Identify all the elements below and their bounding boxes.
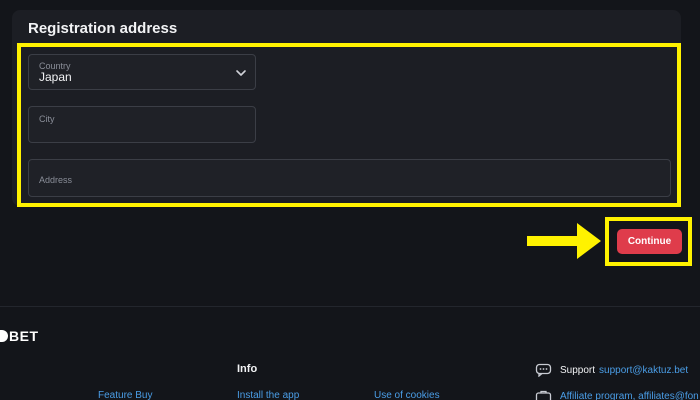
- logo-mark-icon: [0, 330, 8, 342]
- continue-button[interactable]: Continue: [617, 229, 682, 254]
- footer-link-use-of-cookies[interactable]: Use of cookies: [374, 390, 440, 400]
- footer-link-feature-buy[interactable]: Feature Buy: [98, 390, 152, 400]
- chat-icon: [535, 363, 552, 377]
- section-title: Registration address: [28, 20, 178, 37]
- arrow-right-icon: [527, 223, 601, 259]
- support-label: Support: [560, 364, 596, 376]
- footer-info-heading: Info: [237, 363, 258, 375]
- form-highlight-box: [17, 43, 681, 207]
- footer-affiliate: Affiliate program, affiliates@fon: [535, 388, 699, 400]
- footer-link-install-app[interactable]: Install the app: [237, 390, 299, 400]
- briefcase-icon: [535, 390, 552, 400]
- footer-logo[interactable]: BET: [0, 328, 39, 344]
- logo-text: BET: [9, 328, 39, 344]
- footer-support: Support support@kaktuz.bet: [535, 362, 688, 378]
- support-email-link[interactable]: support@kaktuz.bet: [599, 365, 688, 376]
- footer-divider: [0, 306, 700, 307]
- affiliate-link[interactable]: Affiliate program, affiliates@fon: [560, 391, 699, 400]
